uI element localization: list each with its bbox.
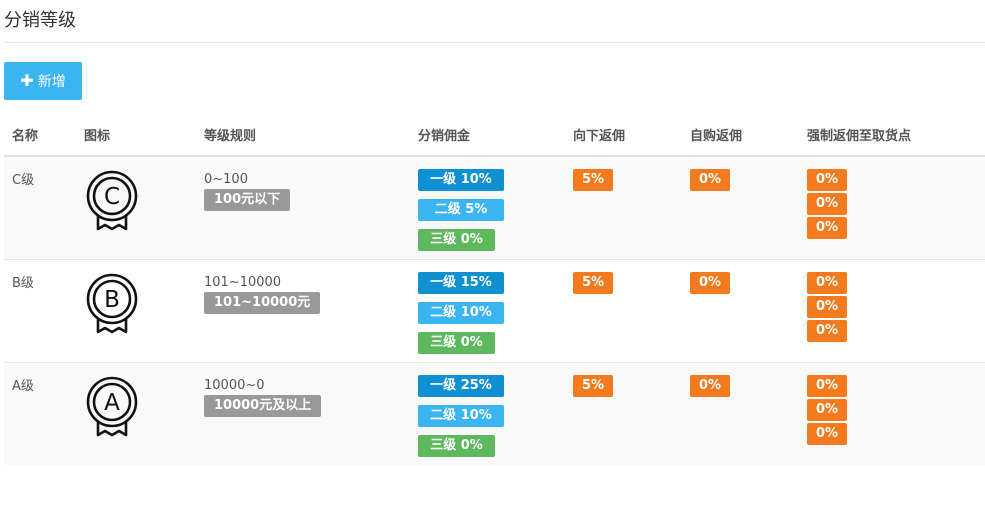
level-icon-cell: A	[76, 362, 196, 465]
header-commission: 分销佣金	[410, 114, 565, 157]
rule-desc-badge: 10000元及以上	[204, 395, 322, 417]
level-name-cell: A级	[4, 362, 76, 465]
title-divider	[4, 42, 985, 43]
rule-range: 101~10000	[204, 275, 282, 290]
force-rebate-badge: 0%	[807, 296, 848, 318]
medal-letter: B	[104, 287, 120, 313]
force-rebate-badge: 0%	[807, 217, 848, 239]
commission-level-2-badge: 二级 10%	[418, 302, 504, 324]
self-rebate-badge: 0%	[690, 375, 731, 397]
medal-letter: C	[104, 184, 120, 210]
self-rebate-badge: 0%	[690, 169, 731, 191]
force-rebate-badge: 0%	[807, 423, 848, 445]
table-row: B级 B 101~10000 101~10000元 一级 15% 二级 10% 三级…	[4, 259, 985, 363]
commission-cell: 一级 25% 二级 10% 三级 0%	[410, 362, 565, 465]
force-rebate-cell: 0% 0% 0%	[799, 155, 985, 260]
rule-range: 10000~0	[204, 378, 265, 393]
distribution-level-table: 名称 图标 等级规则 分销佣金 向下返佣 自购返佣 强制返佣至取货点 C级 C …	[4, 114, 985, 465]
force-rebate-badge: 0%	[807, 272, 848, 294]
down-rebate-badge: 5%	[573, 169, 614, 191]
down-rebate-badge: 5%	[573, 375, 614, 397]
level-name: C级	[12, 173, 35, 188]
rule-range: 0~100	[204, 172, 248, 187]
rule-desc-badge: 101~10000元	[204, 292, 321, 314]
commission-level-1-badge: 一级 10%	[418, 169, 504, 191]
commission-level-3-badge: 三级 0%	[418, 229, 495, 251]
medal-icon: A	[86, 376, 138, 437]
commission-level-3-badge: 三级 0%	[418, 435, 495, 457]
self-rebate-badge: 0%	[690, 272, 731, 294]
down-rebate-cell: 5%	[565, 155, 682, 260]
level-name: A级	[12, 379, 34, 394]
level-rule-cell: 0~100 100元以下	[196, 155, 410, 260]
commission-level-2-badge: 二级 10%	[418, 405, 504, 427]
level-icon-cell: B	[76, 259, 196, 363]
table-header-row: 名称 图标 等级规则 分销佣金 向下返佣 自购返佣 强制返佣至取货点	[4, 114, 985, 157]
header-force-rebate: 强制返佣至取货点	[799, 114, 985, 157]
down-rebate-badge: 5%	[573, 272, 614, 294]
add-button-label: 新增	[37, 74, 66, 90]
commission-level-1-badge: 一级 25%	[418, 375, 504, 397]
commission-cell: 一级 10% 二级 5% 三级 0%	[410, 155, 565, 260]
level-icon-cell: C	[76, 155, 196, 260]
force-rebate-cell: 0% 0% 0%	[799, 362, 985, 465]
rule-desc-badge: 100元以下	[204, 189, 291, 211]
header-rule: 等级规则	[196, 114, 410, 157]
force-rebate-cell: 0% 0% 0%	[799, 259, 985, 363]
commission-level-1-badge: 一级 15%	[418, 272, 504, 294]
header-icon: 图标	[76, 114, 196, 157]
header-name: 名称	[4, 114, 76, 157]
add-level-button[interactable]: ✚ 新增	[4, 62, 82, 100]
self-rebate-cell: 0%	[682, 155, 799, 260]
level-name-cell: B级	[4, 259, 76, 363]
level-name: B级	[12, 276, 34, 291]
down-rebate-cell: 5%	[565, 362, 682, 465]
commission-level-3-badge: 三级 0%	[418, 332, 495, 354]
medal-icon: B	[86, 273, 138, 334]
level-rule-cell: 101~10000 101~10000元	[196, 259, 410, 363]
force-rebate-badge: 0%	[807, 193, 848, 215]
self-rebate-cell: 0%	[682, 362, 799, 465]
commission-level-2-badge: 二级 5%	[418, 199, 504, 221]
page-title: 分销等级	[4, 10, 76, 31]
force-rebate-badge: 0%	[807, 320, 848, 342]
down-rebate-cell: 5%	[565, 259, 682, 363]
table-row: A级 A 10000~0 10000元及以上 一级 25% 二级 10% 三级 0%…	[4, 362, 985, 465]
plus-icon: ✚	[20, 71, 34, 90]
force-rebate-badge: 0%	[807, 399, 848, 421]
header-down-rebate: 向下返佣	[565, 114, 682, 157]
medal-letter: A	[104, 390, 120, 416]
medal-icon: C	[86, 170, 138, 231]
self-rebate-cell: 0%	[682, 259, 799, 363]
table-row: C级 C 0~100 100元以下 一级 10% 二级 5% 三级 0% 5% 0%…	[4, 155, 985, 260]
force-rebate-badge: 0%	[807, 169, 848, 191]
level-name-cell: C级	[4, 155, 76, 260]
force-rebate-badge: 0%	[807, 375, 848, 397]
header-self-rebate: 自购返佣	[682, 114, 799, 157]
level-rule-cell: 10000~0 10000元及以上	[196, 362, 410, 465]
commission-cell: 一级 15% 二级 10% 三级 0%	[410, 259, 565, 363]
